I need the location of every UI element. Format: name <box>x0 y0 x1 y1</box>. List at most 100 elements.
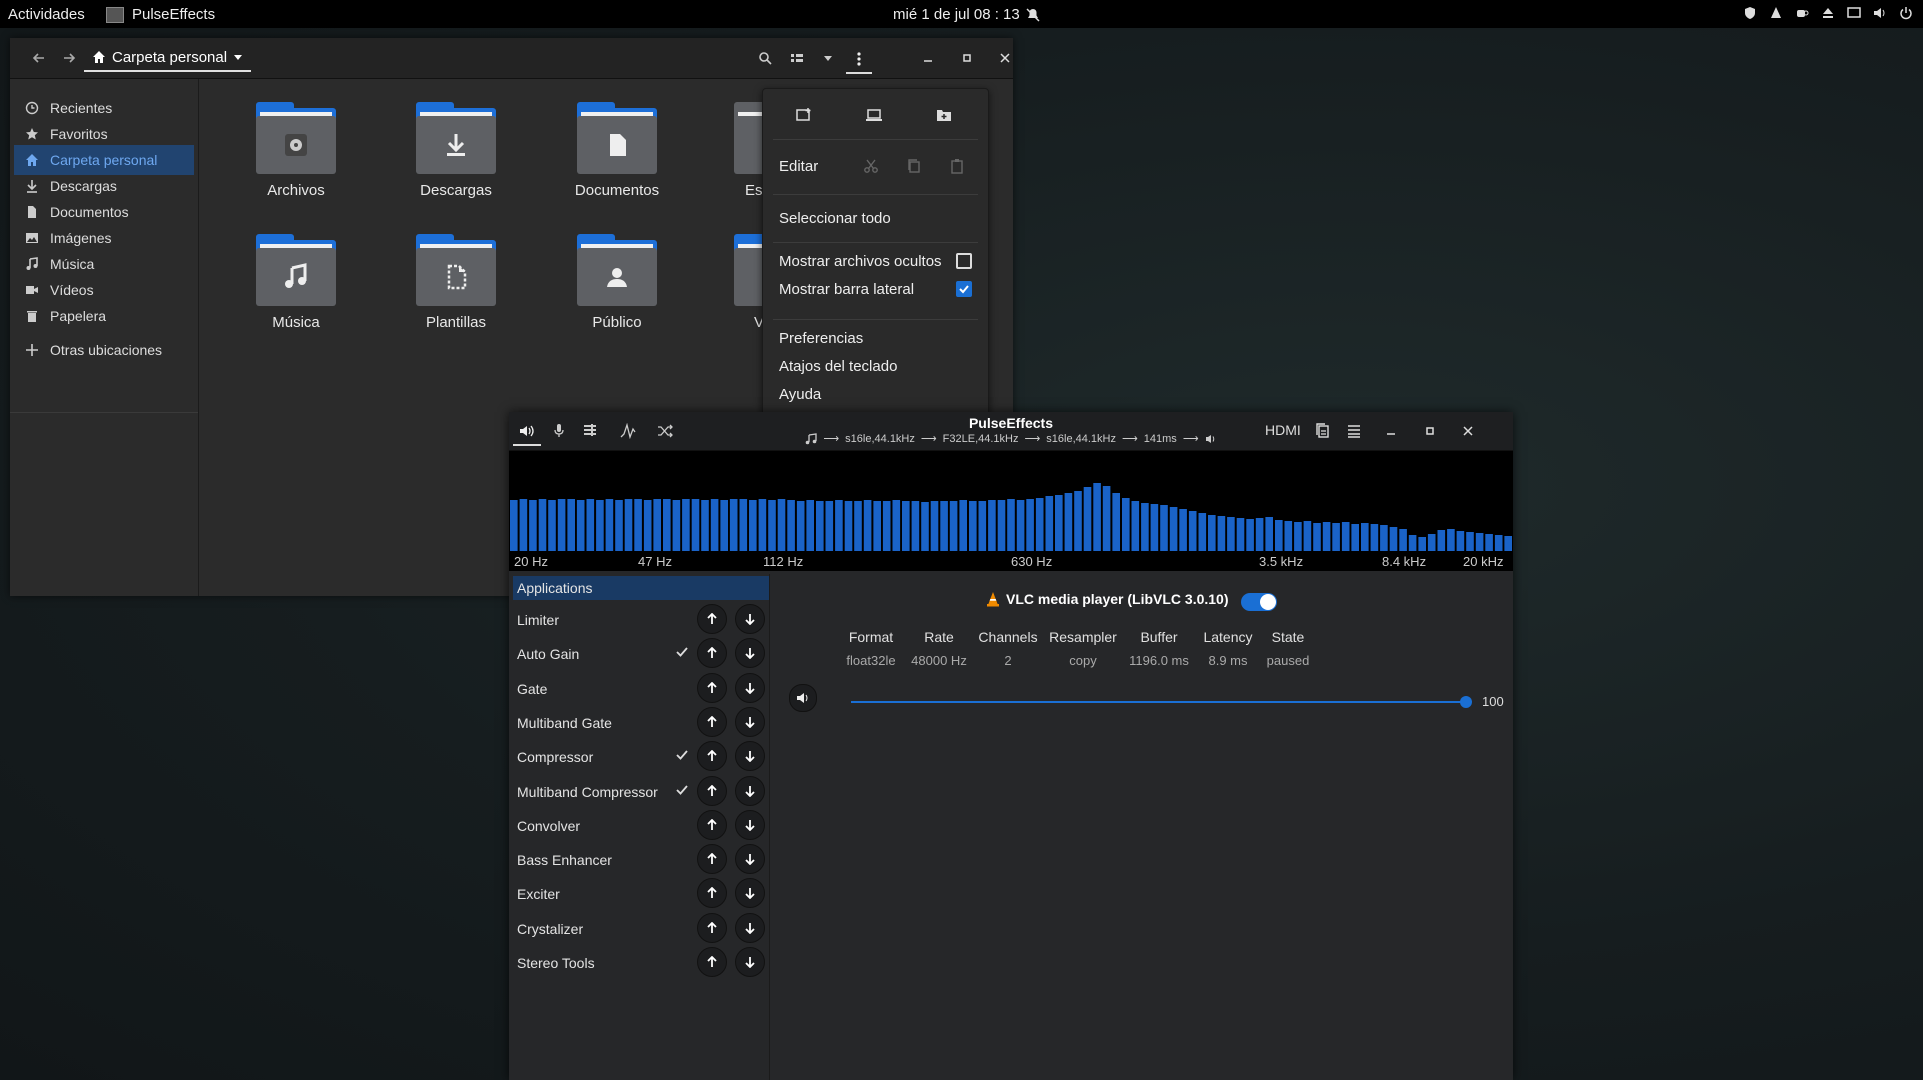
shortcuts-item[interactable]: Atajos del teclado <box>763 352 988 380</box>
list-item-plugin[interactable]: Compressor <box>513 739 769 775</box>
back-button[interactable] <box>26 46 52 70</box>
spectrum-bar <box>1418 537 1426 551</box>
move-down-button[interactable] <box>735 878 765 909</box>
move-up-button[interactable] <box>697 672 727 703</box>
new-folder-button[interactable] <box>929 102 959 128</box>
output-device-label[interactable]: HDMI <box>1265 422 1301 438</box>
show-hidden-item[interactable]: Mostrar archivos ocultos <box>763 246 988 276</box>
folder-publico[interactable]: Público <box>547 234 687 331</box>
volume-tray-icon[interactable] <box>1871 4 1889 22</box>
list-item-plugin[interactable]: Auto Gain <box>513 636 769 672</box>
sidebar-item-otras-ubicaciones[interactable]: Otras ubicaciones <box>14 335 194 365</box>
plugin-label: Crystalizer <box>517 920 584 937</box>
list-item-plugin[interactable]: Limiter <box>513 602 769 638</box>
spectrum-bar <box>701 500 709 551</box>
spectrum-bar <box>1055 495 1063 551</box>
checkmark-icon <box>676 784 688 795</box>
folder-videos[interactable]: Víd <box>702 234 762 331</box>
new-tab-button[interactable] <box>859 102 889 128</box>
preferences-item[interactable]: Preferencias <box>763 324 988 352</box>
presets-button[interactable] <box>1309 418 1337 444</box>
move-down-button[interactable] <box>735 809 765 840</box>
close-button[interactable] <box>992 46 1018 70</box>
frequency-scale: 20 Hz 47 Hz 112 Hz 630 Hz 3.5 kHz 8.4 kH… <box>509 551 1513 571</box>
spectrum-bar <box>758 499 767 551</box>
folder-archivos[interactable]: Archivos <box>226 102 366 199</box>
move-up-button[interactable] <box>697 638 727 669</box>
show-sidebar-item[interactable]: Mostrar barra lateral <box>763 274 988 304</box>
screen-icon[interactable] <box>1845 4 1863 22</box>
cut-button[interactable] <box>856 153 886 179</box>
paste-button[interactable] <box>942 153 972 179</box>
menu-button[interactable] <box>846 46 872 74</box>
move-up-button[interactable] <box>697 878 727 909</box>
list-item-plugin[interactable]: Stereo Tools <box>513 945 769 981</box>
move-up-button[interactable] <box>697 809 727 840</box>
forward-button[interactable] <box>56 46 82 70</box>
volume-slider-thumb[interactable] <box>1460 696 1472 708</box>
move-down-button[interactable] <box>735 912 765 943</box>
list-item-plugin[interactable]: Exciter <box>513 876 769 912</box>
show-sidebar-checkbox[interactable] <box>956 281 972 297</box>
power-icon[interactable] <box>1897 4 1915 22</box>
list-item-plugin[interactable]: Bass Enhancer <box>513 842 769 878</box>
move-down-button[interactable] <box>735 741 765 772</box>
folder-documentos[interactable]: Documentos <box>547 102 687 199</box>
move-down-button[interactable] <box>735 844 765 875</box>
select-all-item[interactable]: Seleccionar todo <box>763 199 988 237</box>
app-menu[interactable]: PulseEffects <box>106 6 215 23</box>
volume-slider[interactable] <box>851 696 1472 708</box>
move-down-button[interactable] <box>735 775 765 806</box>
folder-escritorio[interactable]: Escr <box>702 102 762 199</box>
list-item-plugin[interactable]: Crystalizer <box>513 911 769 947</box>
coffee-icon[interactable] <box>1793 4 1811 22</box>
move-down-button[interactable] <box>735 638 765 669</box>
move-up-button[interactable] <box>697 844 727 875</box>
maximize-button[interactable] <box>1416 418 1444 444</box>
vlc-tray-icon[interactable] <box>1767 4 1785 22</box>
move-down-button[interactable] <box>735 947 765 977</box>
close-button[interactable] <box>1454 418 1482 444</box>
move-up-button[interactable] <box>697 741 727 772</box>
copy-button[interactable] <box>899 153 929 179</box>
list-item-plugin[interactable]: Convolver <box>513 808 769 844</box>
list-item-applications[interactable]: Applications <box>513 576 769 600</box>
folder-descargas[interactable]: Descargas <box>386 102 526 199</box>
show-hidden-checkbox[interactable] <box>956 253 972 269</box>
move-down-button[interactable] <box>735 672 765 703</box>
shield-icon[interactable] <box>1741 4 1759 22</box>
move-up-button[interactable] <box>697 775 727 806</box>
minimize-button[interactable] <box>915 46 941 70</box>
folder-musica[interactable]: Música <box>226 234 366 331</box>
sidebar-item-papelera[interactable]: Papelera <box>14 301 194 331</box>
activities-button[interactable]: Actividades <box>8 6 85 23</box>
move-up-button[interactable] <box>697 912 727 943</box>
list-item-plugin[interactable]: Multiband Gate <box>513 705 769 741</box>
list-item-plugin[interactable]: Gate <box>513 671 769 707</box>
hamburger-menu-button[interactable] <box>1340 418 1368 444</box>
eject-icon[interactable] <box>1819 4 1837 22</box>
move-up-button[interactable] <box>697 947 727 977</box>
move-down-button[interactable] <box>735 604 765 634</box>
move-down-button[interactable] <box>735 706 765 737</box>
spectrum-bar <box>1160 505 1168 551</box>
minimize-button[interactable] <box>1377 418 1405 444</box>
new-window-button[interactable] <box>789 102 819 128</box>
spectrum-bar <box>682 499 690 551</box>
app-enable-switch[interactable] <box>1241 593 1277 611</box>
switch-knob <box>1260 594 1276 610</box>
folder-plantillas[interactable]: Plantillas <box>386 234 526 331</box>
move-up-button[interactable] <box>697 604 727 634</box>
folder-icon <box>734 102 762 178</box>
maximize-button[interactable] <box>954 46 980 70</box>
view-options-button[interactable] <box>815 46 841 70</box>
help-item[interactable]: Ayuda <box>763 380 988 408</box>
freq-label: 630 Hz <box>1011 554 1053 569</box>
volume-mute-button[interactable] <box>789 684 817 712</box>
list-item-plugin[interactable]: Multiband Compressor <box>513 774 769 810</box>
clock[interactable]: mié 1 de jul 08 : 13 <box>893 6 1040 23</box>
move-up-button[interactable] <box>697 706 727 737</box>
search-button[interactable] <box>752 46 778 70</box>
path-bar[interactable]: Carpeta personal <box>84 44 252 72</box>
view-mode-button[interactable] <box>784 46 810 70</box>
